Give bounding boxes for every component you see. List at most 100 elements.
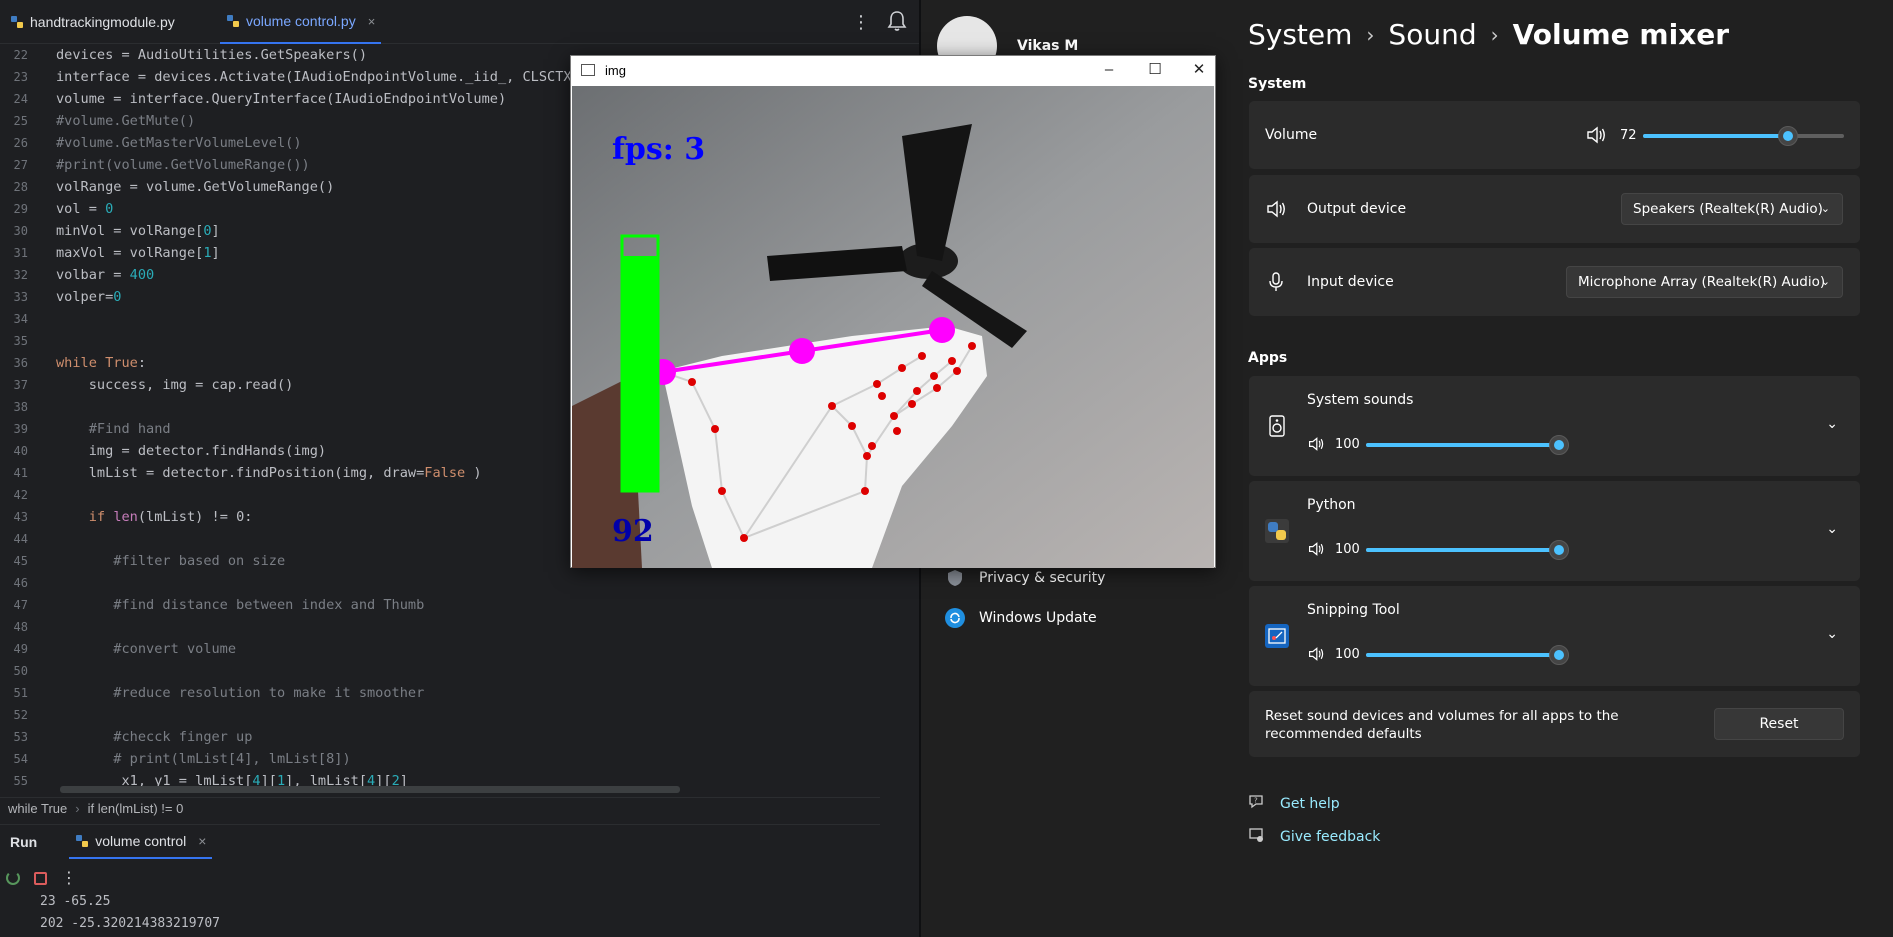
dropdown-value: Speakers (Realtek(R) Audio) — [1633, 201, 1823, 217]
code-text: maxVol = volRange[1] — [56, 245, 220, 261]
reset-button[interactable]: Reset — [1714, 708, 1844, 740]
tab-volume-control[interactable]: volume control.py × — [220, 0, 382, 44]
slider-thumb[interactable] — [1549, 435, 1569, 455]
webcam-frame: fps: 3 92 — [572, 86, 1214, 568]
code-text: #convert volume — [56, 641, 237, 657]
notifications-bell-icon[interactable] — [884, 8, 910, 34]
chevron-down-icon[interactable]: ⌄ — [1826, 626, 1838, 642]
line-number: 53 — [13, 730, 28, 744]
app-volume-value: 100 — [1335, 542, 1360, 557]
speaker-icon[interactable] — [1307, 541, 1325, 561]
close-icon[interactable]: × — [198, 833, 206, 849]
volume-label: Volume — [1265, 127, 1318, 143]
microphone-icon — [1267, 271, 1285, 297]
webcam-image: fps: 3 92 — [572, 86, 1214, 568]
svg-text:?: ? — [1254, 797, 1258, 805]
python-file-icon — [10, 15, 24, 29]
code-line[interactable]: 54 # print(lmList[4], lmList[8]) — [0, 748, 880, 770]
editor-tab-bar: handtrackingmodule.py volume control.py … — [0, 0, 920, 44]
maximize-icon[interactable]: ☐ — [1145, 60, 1165, 80]
midpoint-marker — [789, 338, 815, 364]
code-text: # print(lmList[4], lmList[8]) — [56, 751, 351, 767]
line-number: 30 — [13, 224, 28, 238]
more-options-icon[interactable]: ⋮ — [852, 12, 870, 33]
run-panel-header: Run volume control × — [0, 824, 880, 859]
code-text: volper=0 — [56, 289, 122, 305]
breadcrumb-item[interactable]: if len(lmList) != 0 — [88, 801, 184, 816]
line-number: 25 — [13, 114, 28, 128]
stop-icon[interactable] — [34, 871, 47, 885]
section-title-system: System — [1248, 76, 1307, 92]
tab-handtrackingmodule[interactable]: handtrackingmodule.py — [10, 0, 175, 44]
section-title-apps: Apps — [1248, 350, 1288, 366]
get-help-link[interactable]: ? Get help — [1248, 793, 1340, 815]
more-options-icon[interactable]: ⋮ — [61, 868, 77, 888]
input-device-dropdown[interactable]: Microphone Array (Realtek(R) Audio) ⌄ — [1566, 266, 1843, 298]
slider-thumb[interactable] — [1777, 126, 1798, 146]
input-device-card: Input device Microphone Array (Realtek(R… — [1249, 248, 1860, 316]
window-title: img — [605, 63, 626, 78]
code-line[interactable]: 47 #find distance between index and Thum… — [0, 594, 880, 616]
help-icon: ? — [1248, 793, 1266, 815]
master-volume-slider[interactable] — [1643, 126, 1844, 146]
app-volume-slider[interactable] — [1366, 540, 1569, 560]
speaker-icon[interactable] — [1585, 125, 1607, 149]
speaker-icon[interactable] — [1307, 646, 1325, 666]
window-titlebar[interactable]: img – ☐ ✕ — [571, 56, 1215, 86]
slider-thumb[interactable] — [1549, 645, 1569, 665]
app-volume-slider[interactable] — [1366, 435, 1569, 455]
code-text: lmList = detector.findPosition(img, draw… — [56, 465, 482, 481]
line-number: 31 — [13, 246, 28, 260]
input-device-label: Input device — [1307, 274, 1394, 290]
close-icon[interactable]: ✕ — [1189, 60, 1209, 80]
close-icon[interactable]: × — [368, 14, 376, 29]
opencv-image-window[interactable]: img – ☐ ✕ fps: 3 92 — [570, 55, 1216, 568]
minimize-icon[interactable]: – — [1099, 60, 1119, 80]
line-number: 37 — [13, 378, 28, 392]
fps-text: fps: 3 — [612, 132, 705, 167]
code-line[interactable]: 48 — [0, 616, 880, 638]
line-number: 34 — [13, 312, 28, 326]
python-file-icon — [75, 834, 89, 848]
breadcrumb-item[interactable]: while True — [8, 801, 67, 816]
run-tab-label: volume control — [95, 832, 187, 849]
code-text: volume = interface.QueryInterface(IAudio… — [56, 91, 507, 107]
line-number: 28 — [13, 180, 28, 194]
line-number: 39 — [13, 422, 28, 436]
slider-thumb[interactable] — [1549, 540, 1569, 560]
console-line: 23 -65.25 — [40, 894, 111, 909]
breadcrumb-sound[interactable]: Sound — [1388, 18, 1476, 51]
app-volume-slider[interactable] — [1366, 645, 1569, 665]
python-icon — [1265, 519, 1289, 543]
run-tab-volume-control[interactable]: volume control × — [69, 825, 213, 859]
code-text: vol = 0 — [56, 201, 114, 217]
code-line[interactable]: 53 #checck finger up — [0, 726, 880, 748]
line-number: 27 — [13, 158, 28, 172]
output-device-dropdown[interactable]: Speakers (Realtek(R) Audio) ⌄ — [1621, 193, 1843, 225]
nav-item-privacy-security[interactable]: Privacy & security — [945, 568, 1105, 588]
speaker-icon[interactable] — [1307, 436, 1325, 456]
nav-item-windows-update[interactable]: Windows Update — [945, 608, 1097, 628]
code-line[interactable]: 50 — [0, 660, 880, 682]
line-number: 52 — [13, 708, 28, 722]
code-text: success, img = cap.read() — [56, 377, 294, 393]
chevron-down-icon[interactable]: ⌄ — [1826, 521, 1838, 537]
chevron-down-icon: ⌄ — [1820, 202, 1830, 215]
line-number: 40 — [13, 444, 28, 458]
give-feedback-link[interactable]: Give feedback — [1248, 826, 1380, 848]
code-line[interactable]: 51 #reduce resolution to make it smoothe… — [0, 682, 880, 704]
app-card-snipping-tool: Snipping Tool 100 ⌄ — [1249, 586, 1860, 686]
tab-label: volume control.py — [246, 13, 356, 29]
line-number: 38 — [13, 400, 28, 414]
code-line[interactable]: 49 #convert volume — [0, 638, 880, 660]
code-line[interactable]: 52 — [0, 704, 880, 726]
line-number: 29 — [13, 202, 28, 216]
index-tip-marker — [929, 317, 955, 343]
breadcrumb-system[interactable]: System — [1248, 18, 1352, 51]
code-line[interactable]: 46 — [0, 572, 880, 594]
chevron-down-icon[interactable]: ⌄ — [1826, 416, 1838, 432]
horizontal-scrollbar[interactable] — [60, 786, 680, 793]
code-breadcrumb: while True › if len(lmList) != 0 — [0, 797, 880, 819]
rerun-icon[interactable] — [6, 871, 20, 885]
line-number: 49 — [13, 642, 28, 656]
